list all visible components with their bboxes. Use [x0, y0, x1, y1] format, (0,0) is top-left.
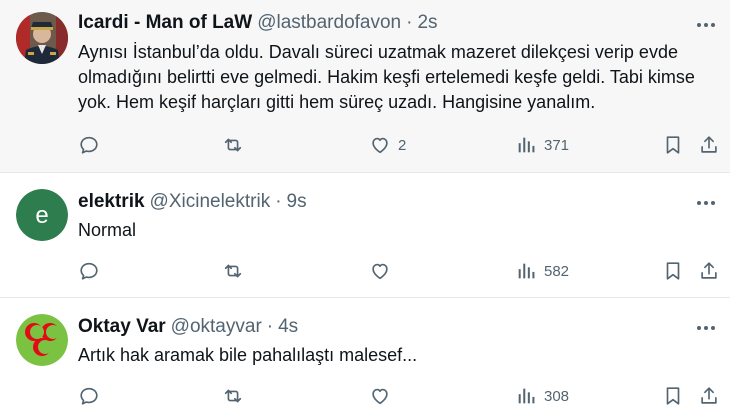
action-bar: 308: [0, 382, 730, 410]
reply-icon: [80, 262, 98, 280]
display-name[interactable]: elektrik: [78, 191, 145, 213]
like-button[interactable]: 2: [369, 133, 406, 157]
svg-text:e: e: [35, 202, 48, 229]
like-count: 2: [398, 136, 407, 154]
crescents-avatar-image: [16, 314, 68, 366]
bookmark-icon: [666, 387, 680, 405]
repost-icon: [224, 264, 242, 278]
reply-icon: [80, 136, 98, 154]
more-button[interactable]: [694, 13, 718, 37]
share-button[interactable]: [698, 259, 720, 283]
separator: ·: [275, 191, 282, 212]
analytics-icon: [518, 388, 535, 404]
view-count: 308: [544, 387, 570, 405]
bookmark-button[interactable]: [662, 259, 684, 283]
views-button[interactable]: 308: [515, 384, 569, 408]
analytics-icon: [518, 263, 535, 279]
username[interactable]: @oktayvar: [171, 316, 262, 338]
tweet-header: Icardi - Man of LaW @lastbardofavon · 2s: [78, 11, 438, 35]
repost-icon: [224, 389, 242, 403]
avatar[interactable]: [16, 12, 68, 64]
like-button[interactable]: [369, 384, 398, 408]
separator: ·: [406, 12, 413, 33]
officer-avatar-image: [16, 12, 68, 64]
avatar[interactable]: e: [16, 189, 68, 241]
username[interactable]: @lastbardofavon: [257, 12, 401, 34]
reply-button[interactable]: [78, 259, 107, 283]
separator: ·: [266, 316, 274, 337]
display-name[interactable]: Oktay Var: [78, 316, 166, 338]
more-button[interactable]: [694, 191, 718, 215]
view-count: 371: [544, 136, 570, 154]
views-button[interactable]: 582: [515, 259, 569, 283]
more-icon: [697, 201, 715, 205]
tweet-text: Artık hak aramak bile pahalılaştı malese…: [78, 345, 418, 365]
heart-icon: [372, 137, 388, 154]
reply-button[interactable]: [78, 384, 107, 408]
timestamp[interactable]: 4s: [278, 316, 298, 338]
timestamp[interactable]: 9s: [287, 191, 307, 213]
share-icon: [701, 136, 717, 153]
share-icon: [701, 387, 717, 404]
more-button[interactable]: [694, 316, 718, 340]
share-button[interactable]: [698, 384, 720, 408]
share-button[interactable]: [698, 133, 720, 157]
tweet-header: elektrik @Xicinelektrik · 9s: [78, 190, 307, 214]
reply-button[interactable]: [78, 133, 107, 157]
heart-icon: [372, 263, 388, 280]
share-icon: [701, 262, 717, 279]
avatar[interactable]: [16, 314, 68, 366]
repost-button[interactable]: [222, 259, 251, 283]
tweet-text: Aynısı İstanbul’da oldu. Davalı süreci u…: [78, 42, 695, 112]
repost-button[interactable]: [222, 133, 251, 157]
heart-icon: [372, 388, 388, 405]
tweet[interactable]: e elektrik @Xicinelektrik · 9s Normal 58…: [0, 173, 730, 297]
username[interactable]: @Xicinelektrik: [150, 191, 271, 213]
tweet[interactable]: Icardi - Man of LaW @lastbardofavon · 2s…: [0, 0, 730, 172]
display-name[interactable]: Icardi - Man of LaW: [78, 12, 252, 34]
timestamp[interactable]: 2s: [417, 12, 437, 34]
analytics-icon: [518, 137, 535, 153]
tweet[interactable]: Oktay Var @oktayvar · 4s Artık hak arama…: [0, 298, 730, 420]
letter-avatar-image: e: [16, 189, 68, 241]
bookmark-button[interactable]: [662, 384, 684, 408]
views-button[interactable]: 371: [515, 133, 569, 157]
bookmark-icon: [666, 262, 680, 280]
repost-icon: [224, 138, 242, 152]
tweet-header: Oktay Var @oktayvar · 4s: [78, 315, 298, 339]
more-icon: [697, 23, 715, 27]
bookmark-button[interactable]: [662, 133, 684, 157]
tweet-text: Normal: [78, 220, 137, 240]
bookmark-icon: [666, 136, 680, 154]
repost-button[interactable]: [222, 384, 251, 408]
like-button[interactable]: [369, 259, 398, 283]
more-icon: [697, 326, 715, 330]
action-bar: 2 371: [0, 131, 730, 159]
timeline: Icardi - Man of LaW @lastbardofavon · 2s…: [0, 0, 730, 420]
reply-icon: [80, 387, 98, 405]
view-count: 582: [544, 262, 570, 280]
action-bar: 582: [0, 257, 730, 285]
